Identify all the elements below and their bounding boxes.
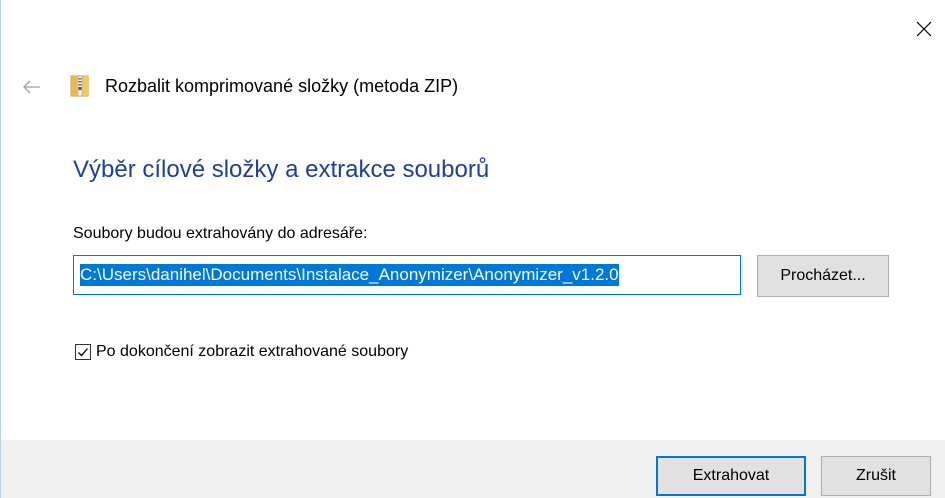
back-arrow-icon — [23, 80, 40, 94]
extract-button[interactable]: Extrahovat — [656, 456, 806, 496]
zip-folder-icon — [69, 74, 91, 98]
show-files-checkbox-row[interactable]: Po dokončení zobrazit extrahované soubor… — [75, 343, 408, 361]
destination-path-text: C:\Users\danihel\Documents\Instalace_Ano… — [80, 264, 619, 286]
extract-wizard-window: Rozbalit komprimované složky (metoda ZIP… — [0, 0, 945, 498]
wizard-title: Rozbalit komprimované složky (metoda ZIP… — [105, 75, 459, 96]
close-button[interactable] — [909, 14, 939, 44]
back-button[interactable] — [21, 76, 43, 98]
show-files-checkbox[interactable] — [75, 344, 91, 360]
wizard-header: Rozbalit komprimované složky (metoda ZIP… — [69, 70, 458, 102]
cancel-button[interactable]: Zrušit — [821, 456, 931, 496]
dialog-footer: Extrahovat Zrušit — [1, 440, 945, 498]
checkmark-icon — [78, 348, 88, 357]
close-icon — [916, 21, 932, 37]
show-files-checkbox-label: Po dokončení zobrazit extrahované soubor… — [96, 343, 409, 360]
page-heading: Výběr cílové složky a extrakce souborů — [73, 156, 490, 183]
destination-label: Soubory budou extrahovány do adresáře: — [73, 225, 368, 242]
destination-path-input[interactable]: C:\Users\danihel\Documents\Instalace_Ano… — [73, 255, 741, 295]
browse-button[interactable]: Procházet... — [757, 255, 889, 297]
